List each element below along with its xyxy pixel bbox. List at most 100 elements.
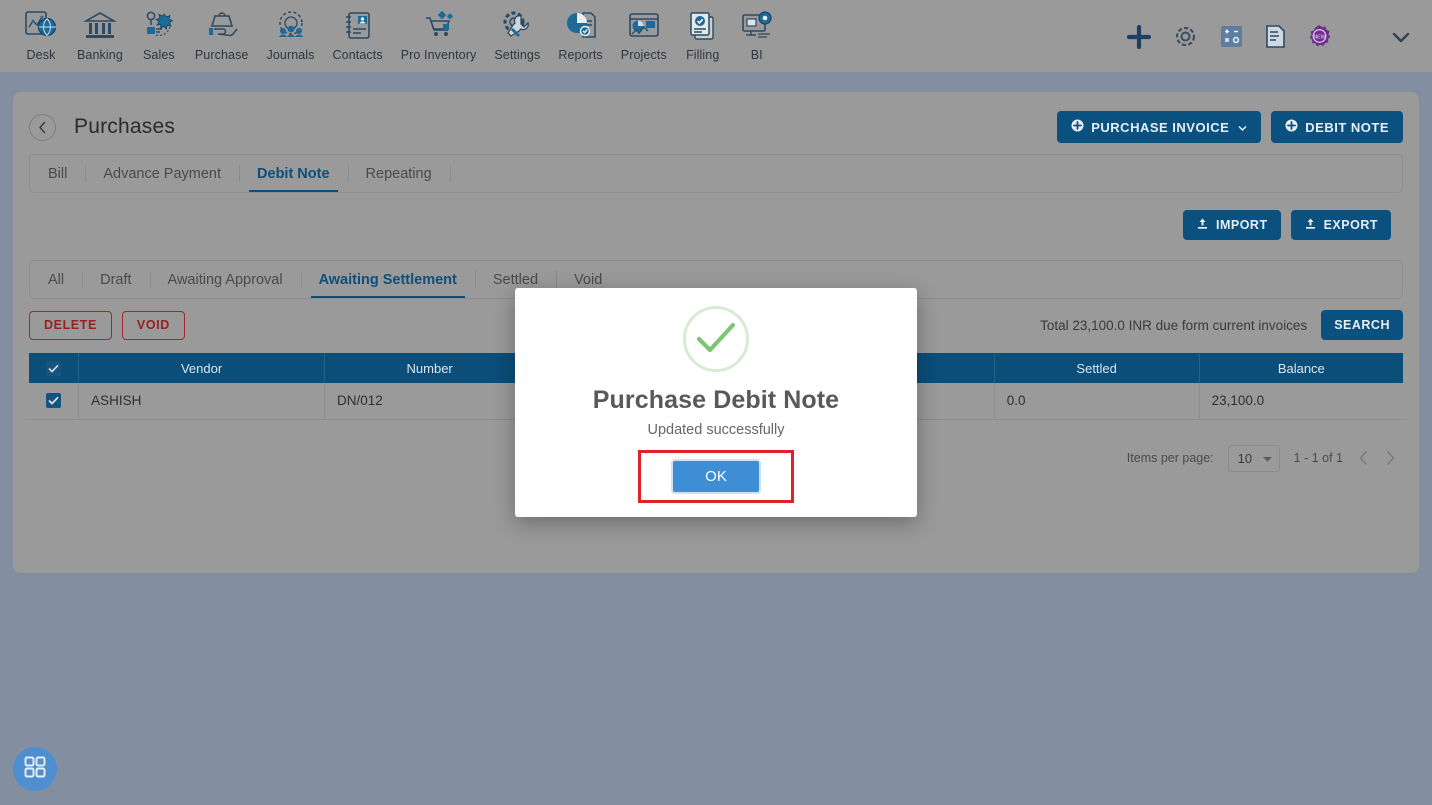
button-label: PURCHASE INVOICE [1091,119,1230,135]
import-button[interactable]: IMPORT [1182,210,1281,240]
cell-vendor[interactable]: ASHISH [78,383,325,420]
header-actions: PURCHASE INVOICE DEBIT NOTE [1057,111,1403,143]
ok-button-highlight: OK [638,450,794,503]
nav-item-contacts[interactable]: Contacts [324,0,392,62]
nav-item-desk[interactable]: Desk [14,0,68,62]
chevron-down-icon[interactable] [1388,24,1414,50]
plus-circle-icon [1071,119,1084,135]
reports-icon [564,6,598,46]
nav-item-journals[interactable]: Journals [257,0,323,62]
page-title: Purchases [74,115,176,138]
import-export-row: IMPORT EXPORT [13,193,1419,240]
items-per-page-select[interactable]: 10 [1227,444,1280,472]
bulk-actions: DELETE VOID [29,310,185,340]
dialog-message: Updated successfully [647,422,785,438]
void-button[interactable]: VOID [121,310,185,340]
nav-label: Desk [26,48,56,62]
back-button[interactable] [29,113,56,141]
chevron-down-icon [1238,120,1247,135]
notes-icon[interactable] [1264,24,1287,49]
cell-balance: 23,100.0 [1199,383,1403,420]
cell-number: DN/012 [324,383,536,420]
card-header: Purchases PURCHASE INVOICE DEBIT NOTE [13,92,1419,148]
items-per-page-value: 10 [1237,450,1253,466]
bank-icon [82,6,117,46]
nav-item-filling[interactable]: Filling [676,0,730,62]
nav-label: Purchase [194,48,249,62]
nav-label: Sales [142,48,175,62]
bi-icon [740,6,774,46]
main-nav: Desk Banking Sales Purchase Journals Con… [0,0,784,62]
nav-label: Reports [558,48,603,62]
dialog-title: Purchase Debit Note [592,386,840,414]
tab-divider [449,165,451,182]
column-header-settled[interactable]: Settled [994,353,1200,383]
total-due-text: Total 23,100.0 INR due form current invo… [1040,317,1308,333]
contacts-icon [341,6,375,46]
upload-icon [1196,217,1209,233]
app-bar-actions: NEW [1126,0,1432,73]
success-check-icon [683,306,749,372]
export-button[interactable]: EXPORT [1290,210,1391,240]
svg-text:NEW: NEW [1313,34,1325,40]
settings-icon [500,6,534,46]
column-header-number[interactable]: Number [324,353,536,383]
select-all-header [29,353,80,383]
row-checkbox[interactable] [46,393,62,409]
tab-advance-payment[interactable]: Advance Payment [85,155,239,192]
tab-bill[interactable]: Bill [30,155,85,192]
download-icon [1304,217,1317,233]
plus-circle-icon [1285,119,1298,135]
dashboard-icon [24,6,58,46]
tab-repeating[interactable]: Repeating [347,155,450,192]
filter-tab-draft[interactable]: Draft [82,261,149,298]
top-app-bar: Desk Banking Sales Purchase Journals Con… [0,0,1432,73]
success-dialog: Purchase Debit Note Updated successfully… [515,288,917,517]
button-label: DEBIT NOTE [1305,119,1389,135]
button-label: EXPORT [1323,218,1378,232]
purchase-invoice-button[interactable]: PURCHASE INVOICE [1057,111,1262,143]
nav-item-pro-inventory[interactable]: Pro Inventory [392,0,486,62]
add-icon[interactable] [1126,24,1152,50]
gear-icon[interactable] [1172,23,1199,50]
nav-label: Contacts [332,48,383,62]
next-page-button[interactable] [1384,450,1397,466]
filling-icon [686,6,720,46]
nav-item-purchase[interactable]: Purchase [186,0,258,62]
nav-item-sales[interactable]: Sales [132,0,186,62]
new-badge-icon[interactable]: NEW [1307,24,1332,49]
apps-grid-icon [23,755,47,784]
filter-tab-awaiting-approval[interactable]: Awaiting Approval [149,261,301,298]
nav-label: Filling [686,48,720,62]
debit-note-button[interactable]: DEBIT NOTE [1271,111,1403,143]
nav-label: Journals [266,48,315,62]
items-per-page-label: Items per page: [1126,451,1214,465]
nav-item-reports[interactable]: Reports [549,0,611,62]
nav-item-settings[interactable]: Settings [485,0,549,62]
tab-debit-note[interactable]: Debit Note [239,155,348,192]
column-header-balance[interactable]: Balance [1199,353,1403,383]
column-header-vendor[interactable]: Vendor [78,353,325,383]
nav-item-projects[interactable]: Projects [612,0,676,62]
sales-icon [142,6,176,46]
toolbar-right: Total 23,100.0 INR due form current invo… [1040,310,1403,340]
nav-label: Banking [77,48,123,62]
filter-tab-all[interactable]: All [30,261,82,298]
previous-page-button[interactable] [1357,450,1370,466]
button-label: IMPORT [1215,218,1268,232]
ok-button[interactable]: OK [671,459,761,494]
row-select-cell [29,383,80,420]
purchase-icon [205,6,239,46]
apps-fab-button[interactable] [13,747,57,791]
app-root: Desk Banking Sales Purchase Journals Con… [0,0,1432,805]
nav-item-banking[interactable]: Banking [68,0,132,62]
filter-tab-awaiting-settlement[interactable]: Awaiting Settlement [300,261,475,298]
nav-item-bi[interactable]: BI [730,0,784,62]
projects-icon [627,6,661,46]
search-button[interactable]: SEARCH [1321,310,1403,340]
chevron-down-icon [1262,451,1273,466]
select-all-checkbox[interactable] [46,360,62,376]
calculator-icon[interactable] [1219,24,1244,49]
document-type-tabs: Bill Advance Payment Debit Note Repeatin… [29,154,1403,193]
delete-button[interactable]: DELETE [29,310,112,340]
